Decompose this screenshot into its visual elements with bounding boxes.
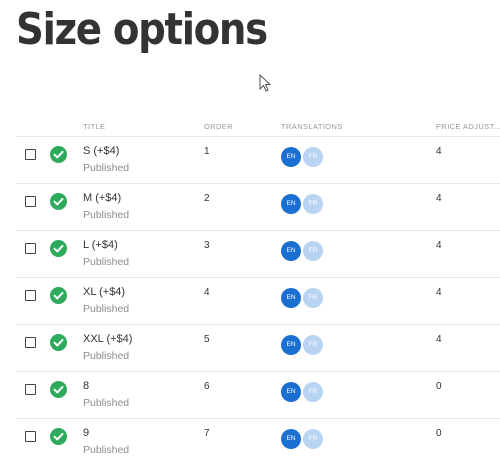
table-body: S (+$4) Published 1 EN FR 4 M (+$4) Publ… <box>16 137 500 465</box>
translation-fr-badge[interactable]: FR <box>303 241 323 261</box>
option-title-link[interactable]: L (+$4) <box>83 239 118 251</box>
option-status-label: Published <box>83 162 130 174</box>
option-order: 5 <box>204 334 210 345</box>
table-row[interactable]: L (+$4) Published 3 EN FR 4 <box>16 231 500 278</box>
column-header-price-adjustment[interactable]: PRICE ADJUST... <box>436 122 500 131</box>
option-price-adjustment: 4 <box>436 146 442 157</box>
row-checkbox[interactable] <box>25 384 36 395</box>
option-price-adjustment: 4 <box>436 287 442 298</box>
option-title-link[interactable]: XL (+$4) <box>83 286 125 298</box>
translation-fr-badge[interactable]: FR <box>303 194 323 214</box>
option-price-adjustment: 0 <box>436 381 442 392</box>
option-title-link[interactable]: S (+$4) <box>83 145 119 157</box>
option-price-adjustment: 0 <box>436 428 442 439</box>
option-price-adjustment: 4 <box>436 193 442 204</box>
option-price-adjustment: 4 <box>436 334 442 345</box>
translation-en-badge[interactable]: EN <box>281 241 301 261</box>
translation-fr-badge[interactable]: FR <box>303 429 323 449</box>
option-status-label: Published <box>83 303 130 315</box>
row-checkbox[interactable] <box>25 196 36 207</box>
table-row[interactable]: 8 Published 6 EN FR 0 <box>16 372 500 419</box>
option-title-link[interactable]: M (+$4) <box>83 192 121 204</box>
published-status-icon <box>50 240 67 257</box>
column-header-order[interactable]: ORDER <box>204 122 233 131</box>
translation-fr-badge[interactable]: FR <box>303 288 323 308</box>
table-row[interactable]: M (+$4) Published 2 EN FR 4 <box>16 184 500 231</box>
translation-en-badge[interactable]: EN <box>281 288 301 308</box>
page-title: Size options <box>16 4 268 55</box>
published-status-icon <box>50 146 67 163</box>
translation-en-badge[interactable]: EN <box>281 335 301 355</box>
published-status-icon <box>50 287 67 304</box>
option-price-adjustment: 4 <box>436 240 442 251</box>
table-row[interactable]: S (+$4) Published 1 EN FR 4 <box>16 137 500 184</box>
table-header: TITLE ORDER TRANSLATIONS PRICE ADJUST... <box>16 118 500 137</box>
table-row[interactable]: XXL (+$4) Published 5 EN FR 4 <box>16 325 500 372</box>
option-order: 1 <box>204 146 210 157</box>
translation-en-badge[interactable]: EN <box>281 194 301 214</box>
published-status-icon <box>50 334 67 351</box>
table-row[interactable]: XL (+$4) Published 4 EN FR 4 <box>16 278 500 325</box>
option-order: 4 <box>204 287 210 298</box>
translation-fr-badge[interactable]: FR <box>303 335 323 355</box>
option-title-link[interactable]: 9 <box>83 427 89 439</box>
option-order: 3 <box>204 240 210 251</box>
translation-en-badge[interactable]: EN <box>281 147 301 167</box>
option-status-label: Published <box>83 256 130 268</box>
option-status-label: Published <box>83 209 130 221</box>
row-checkbox[interactable] <box>25 290 36 301</box>
table-row[interactable]: 9 Published 7 EN FR 0 <box>16 419 500 465</box>
options-table: TITLE ORDER TRANSLATIONS PRICE ADJUST...… <box>16 118 500 465</box>
column-header-title[interactable]: TITLE <box>83 122 105 131</box>
published-status-icon <box>50 381 67 398</box>
option-status-label: Published <box>83 350 130 362</box>
option-title-link[interactable]: XXL (+$4) <box>83 333 132 345</box>
row-checkbox[interactable] <box>25 243 36 254</box>
published-status-icon <box>50 193 67 210</box>
translation-fr-badge[interactable]: FR <box>303 147 323 167</box>
translation-en-badge[interactable]: EN <box>281 429 301 449</box>
row-checkbox[interactable] <box>25 431 36 442</box>
row-checkbox[interactable] <box>25 149 36 160</box>
published-status-icon <box>50 428 67 445</box>
translation-fr-badge[interactable]: FR <box>303 382 323 402</box>
option-order: 2 <box>204 193 210 204</box>
option-order: 7 <box>204 428 210 439</box>
row-checkbox[interactable] <box>25 337 36 348</box>
mouse-cursor-icon <box>259 74 272 92</box>
option-status-label: Published <box>83 397 130 409</box>
option-title-link[interactable]: 8 <box>83 380 89 392</box>
option-status-label: Published <box>83 444 130 456</box>
translation-en-badge[interactable]: EN <box>281 382 301 402</box>
option-order: 6 <box>204 381 210 392</box>
column-header-translations[interactable]: TRANSLATIONS <box>281 122 343 131</box>
